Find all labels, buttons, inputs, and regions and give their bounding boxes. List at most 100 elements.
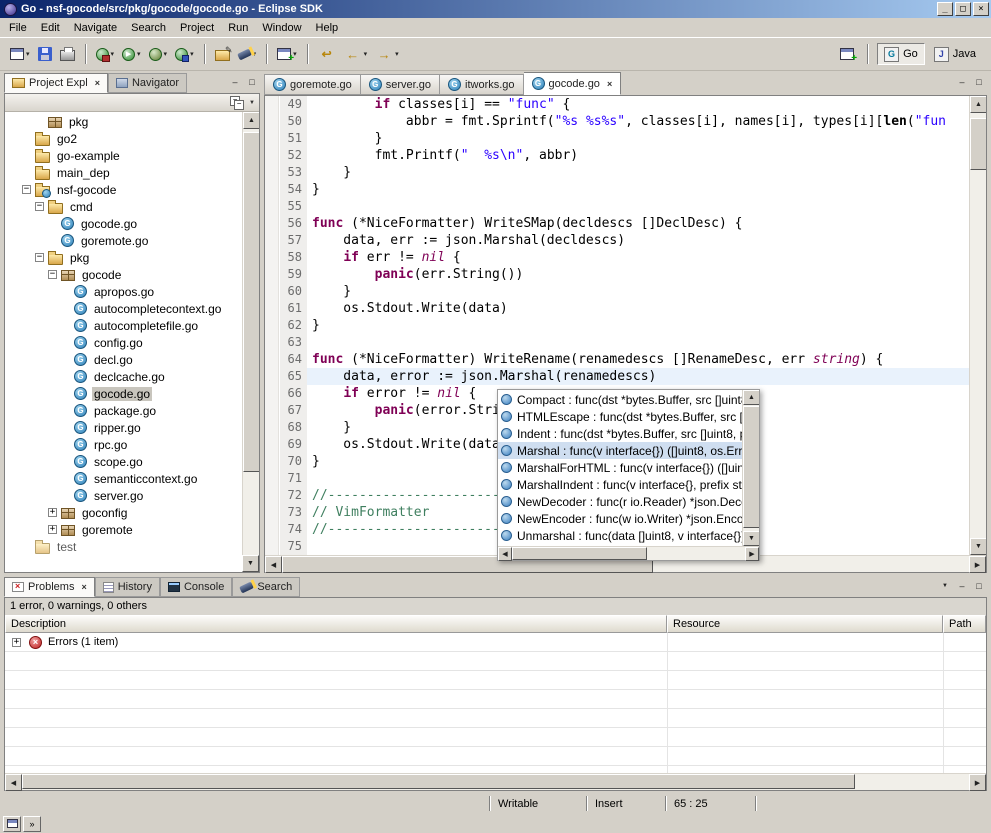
minimize-button[interactable]: _ [937, 2, 953, 16]
view-menu-icon[interactable]: ▼ [937, 578, 953, 593]
tree-item-gocode-go[interactable]: Ggocode.go [5, 215, 242, 232]
debug-button[interactable]: ▾ [146, 42, 171, 66]
column-header-path[interactable]: Path [943, 615, 986, 633]
run-history-button[interactable]: ▾ [172, 42, 197, 66]
save-button[interactable] [35, 42, 55, 66]
autocomplete-item[interactable]: MarshalIndent : func(v interface{}, pref… [498, 476, 742, 493]
menu-search[interactable]: Search [124, 20, 173, 36]
close-icon[interactable]: × [81, 582, 86, 592]
tree-item-main-dep[interactable]: main_dep [5, 164, 242, 181]
scroll-up-icon[interactable]: ▲ [243, 112, 259, 129]
dropdown-arrow-icon[interactable]: ▾ [164, 50, 168, 58]
popup-vertical-scrollbar[interactable]: ▲ ▼ [742, 390, 759, 546]
tree-item-gocode[interactable]: −gocode [5, 266, 242, 283]
tree-item-config-go[interactable]: Gconfig.go [5, 334, 242, 351]
tree-item-goremote-go[interactable]: Ggoremote.go [5, 232, 242, 249]
scroll-right-icon[interactable]: ▶ [969, 774, 986, 791]
collapse-icon[interactable]: − [22, 185, 31, 194]
expand-icon[interactable]: + [48, 525, 57, 534]
search-button[interactable]: ▾ [235, 42, 260, 66]
dropdown-arrow-icon[interactable]: ▾ [395, 50, 399, 58]
autocomplete-item[interactable]: NewDecoder : func(r io.Reader) *json.Dec… [498, 493, 742, 510]
tree-item-goconfig[interactable]: +goconfig [5, 504, 242, 521]
tree-item-nsf-gocode[interactable]: −nsf-gocode [5, 181, 242, 198]
scroll-thumb[interactable] [743, 406, 759, 528]
scroll-thumb[interactable] [243, 132, 259, 472]
autocomplete-item[interactable]: Marshal : func(v interface{}) ([]uint8, … [498, 442, 742, 459]
column-header-description[interactable]: Description [5, 615, 667, 633]
scroll-thumb[interactable] [970, 118, 986, 170]
scroll-left-icon[interactable]: ◀ [265, 556, 282, 573]
tree-item-autocompletefile-go[interactable]: Gautocompletefile.go [5, 317, 242, 334]
scroll-thumb[interactable] [22, 774, 855, 789]
maximize-view-icon[interactable]: □ [971, 74, 987, 89]
view-tab-project-expl[interactable]: Project Expl× [4, 73, 108, 93]
last-edit-location-button[interactable]: ↩ [315, 42, 339, 66]
menu-window[interactable]: Window [255, 20, 308, 36]
tree-item-autocompletecontext-go[interactable]: Gautocompletecontext.go [5, 300, 242, 317]
dropdown-arrow-icon[interactable]: ▾ [111, 50, 115, 58]
scroll-right-icon[interactable]: ▶ [745, 547, 759, 561]
problems-row[interactable]: +×Errors (1 item) [5, 633, 986, 652]
view-tab-console[interactable]: Console [160, 577, 232, 597]
dropdown-arrow-icon[interactable]: ▾ [137, 50, 141, 58]
expand-icon[interactable]: + [48, 508, 57, 517]
scroll-track[interactable] [22, 774, 969, 790]
editor-tab-itworks-go[interactable]: Gitworks.go [440, 74, 524, 95]
tree-item-go2[interactable]: go2 [5, 130, 242, 147]
close-button[interactable]: × [973, 2, 989, 16]
collapse-icon[interactable]: − [35, 202, 44, 211]
run-button[interactable]: ▾ [119, 42, 144, 66]
tree-item-decl-go[interactable]: Gdecl.go [5, 351, 242, 368]
new-project-button[interactable]: ▾ [274, 42, 300, 66]
perspective-go-button[interactable]: GGo [877, 43, 925, 65]
print-button[interactable] [57, 42, 78, 66]
editor-tab-server-go[interactable]: Gserver.go [361, 74, 440, 95]
open-resource-button[interactable] [212, 42, 233, 66]
back-button[interactable]: ←▾ [341, 42, 371, 66]
minimize-view-icon[interactable]: – [954, 578, 970, 593]
tree-item-pkg[interactable]: pkg [5, 113, 242, 130]
menu-navigate[interactable]: Navigate [67, 20, 124, 36]
tree-item-pkg[interactable]: −pkg [5, 249, 242, 266]
new-wizard-button[interactable]: ▾ [7, 42, 33, 66]
autocomplete-item[interactable]: MarshalForHTML : func(v interface{}) ([]… [498, 459, 742, 476]
close-icon[interactable]: × [607, 79, 612, 89]
tree-item-server-go[interactable]: Gserver.go [5, 487, 242, 504]
autocomplete-item[interactable]: Compact : func(dst *bytes.Buffer, src []… [498, 391, 742, 408]
editor-tab-goremote-go[interactable]: Ggoremote.go [264, 74, 361, 95]
dropdown-arrow-icon[interactable]: ▾ [26, 50, 30, 58]
scroll-down-icon[interactable]: ▼ [970, 538, 986, 555]
tree-item-test[interactable]: test [5, 538, 242, 555]
minimize-view-icon[interactable]: – [954, 74, 970, 89]
menu-run[interactable]: Run [221, 20, 255, 36]
forward-button[interactable]: →▾ [372, 42, 402, 66]
view-tab-search[interactable]: Search [232, 577, 300, 597]
maximize-view-icon[interactable]: □ [244, 74, 260, 89]
collapse-icon[interactable]: − [35, 253, 44, 262]
scroll-down-icon[interactable]: ▼ [743, 531, 759, 546]
maximize-view-icon[interactable]: □ [971, 578, 987, 593]
tree-scrollbar[interactable]: ▲ ▼ [242, 112, 259, 572]
dropdown-arrow-icon[interactable]: ▾ [364, 50, 368, 58]
editor-vertical-scrollbar[interactable]: ▲ ▼ [969, 96, 986, 555]
autocomplete-item[interactable]: Indent : func(dst *bytes.Buffer, src []u… [498, 425, 742, 442]
minimize-view-icon[interactable]: – [227, 74, 243, 89]
view-tab-navigator[interactable]: Navigator [108, 73, 187, 93]
menu-project[interactable]: Project [173, 20, 221, 36]
autocomplete-item[interactable]: NewEncoder : func(w io.Writer) *json.Enc… [498, 510, 742, 527]
scroll-thumb[interactable] [512, 547, 647, 560]
scroll-left-icon[interactable]: ◀ [5, 774, 22, 791]
view-menu-icon[interactable]: ▼ [249, 100, 255, 106]
collapse-icon[interactable]: − [48, 270, 57, 279]
menu-edit[interactable]: Edit [34, 20, 67, 36]
popup-horizontal-scrollbar[interactable]: ◀ ▶ [498, 546, 759, 560]
problems-horizontal-scrollbar[interactable]: ◀ ▶ [5, 773, 986, 790]
expand-icon[interactable]: + [12, 638, 21, 647]
scroll-track[interactable] [512, 547, 745, 560]
autocomplete-item[interactable]: HTMLEscape : func(dst *bytes.Buffer, src… [498, 408, 742, 425]
view-tab-problems[interactable]: Problems× [4, 577, 95, 597]
tree-item-rpc-go[interactable]: Grpc.go [5, 436, 242, 453]
external-tools-button[interactable]: ▾ [93, 42, 118, 66]
open-perspective-button[interactable] [837, 42, 857, 66]
